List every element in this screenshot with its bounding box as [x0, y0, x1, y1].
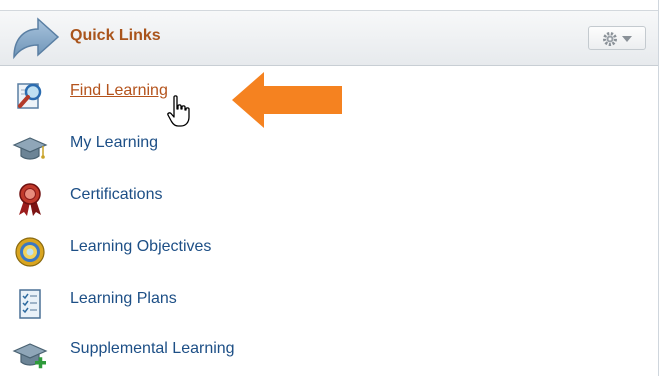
quick-link-learning-plans[interactable]: Learning Plans	[0, 276, 658, 326]
pagelet-options-button[interactable]	[588, 26, 646, 50]
graduation-cap-add-icon	[12, 336, 48, 372]
gear-icon	[603, 32, 617, 46]
quick-link-learning-objectives[interactable]: Learning Objectives	[0, 224, 658, 274]
quick-link-label[interactable]: Supplemental Learning	[70, 340, 235, 358]
search-document-icon	[12, 78, 48, 114]
pagelet-header: Quick Links	[0, 10, 658, 66]
annotation-arrow-icon	[230, 70, 344, 135]
quick-link-label[interactable]: Find Learning	[70, 82, 168, 100]
graduation-cap-icon	[12, 130, 48, 166]
curved-arrow-icon	[8, 13, 62, 68]
quick-link-label[interactable]: Learning Objectives	[70, 238, 211, 256]
target-icon	[12, 234, 48, 270]
quick-link-label[interactable]: My Learning	[70, 134, 158, 152]
chevron-down-icon	[622, 36, 632, 42]
ribbon-award-icon	[12, 182, 48, 218]
quick-link-label[interactable]: Certifications	[70, 186, 162, 204]
quick-link-supplemental-learning[interactable]: Supplemental Learning	[0, 326, 658, 376]
quick-links-pagelet: Quick Links Find Learning My Learning Ce…	[0, 0, 659, 376]
pagelet-title: Quick Links	[70, 27, 161, 44]
quick-link-certifications[interactable]: Certifications	[0, 172, 658, 222]
quick-link-label[interactable]: Learning Plans	[70, 290, 177, 308]
hand-pointer-cursor-icon	[166, 95, 194, 134]
checklist-icon	[12, 286, 48, 322]
